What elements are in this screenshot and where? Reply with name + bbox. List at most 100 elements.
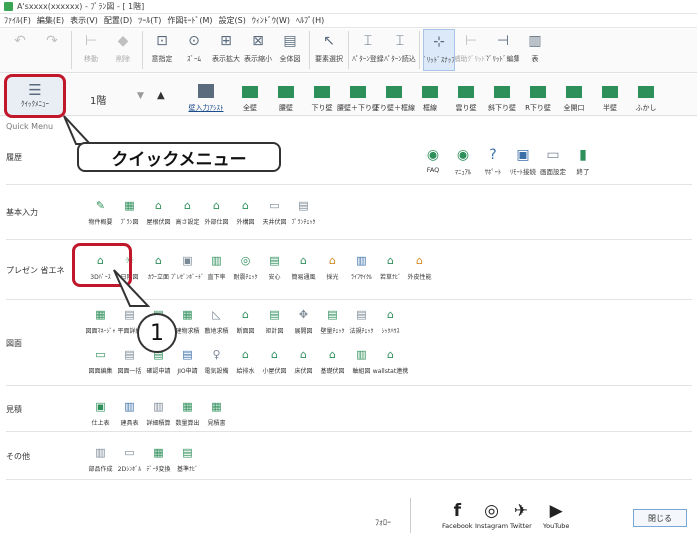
quick-menu-item[interactable]: ⌂ 簡易通風 bbox=[289, 252, 318, 281]
wall-button[interactable]: R下り壁 bbox=[520, 76, 556, 116]
toolbar-button[interactable]: ⊠ 表示縮小 bbox=[242, 29, 274, 71]
toolbar-button[interactable]: ⌶ ﾊﾟﾀｰﾝ登録 bbox=[352, 29, 384, 71]
wall-button[interactable]: 壁入力ｱｼｽﾄ bbox=[180, 76, 232, 116]
quick-menu-item[interactable]: ⌂ wallstat連携 bbox=[373, 346, 408, 375]
menu-item[interactable]: 配置(D) bbox=[104, 15, 132, 26]
quick-menu-item[interactable]: ⌂ 断面図 bbox=[231, 306, 260, 335]
quick-menu-item[interactable]: ? ｻﾎﾟｰﾄ bbox=[478, 146, 508, 177]
quick-menu-item[interactable]: ▮ 終了 bbox=[568, 146, 598, 177]
wall-button[interactable]: 雲り壁 bbox=[448, 76, 484, 116]
quick-menu-item[interactable]: ◎ 耐震ﾁｪｯｸ bbox=[231, 252, 260, 281]
wall-button[interactable]: 下り壁 bbox=[304, 76, 340, 116]
wall-button[interactable]: 下り壁＋框線 bbox=[373, 76, 415, 116]
quick-menu-item[interactable]: ⌂ 外構図 bbox=[231, 197, 260, 226]
quick-menu-item[interactable]: ▭ 画面設定 bbox=[538, 146, 568, 177]
toolbar-button[interactable]: ▤ 全体図 bbox=[274, 29, 306, 71]
toolbar-button[interactable]: ⌶ ﾊﾟﾀｰﾝ読込 bbox=[384, 29, 416, 71]
quick-menu-item[interactable]: ◺ 敷地求積 bbox=[202, 306, 231, 335]
wall-button[interactable]: 腰壁＋下り壁 bbox=[337, 76, 379, 116]
toolbar-button[interactable]: ⊙ ｽﾞｰﾑ bbox=[178, 29, 210, 71]
quick-menu-item[interactable]: ▣ ﾘﾓｰﾄ接続 bbox=[508, 146, 538, 177]
quick-menu-item[interactable]: ▦ ﾃﾞｰﾀ変換 bbox=[144, 444, 173, 473]
wall-button[interactable]: 腰壁 bbox=[268, 76, 304, 116]
quick-menu-item[interactable]: ▭ 図面編集 bbox=[86, 346, 115, 375]
quick-menu-item[interactable]: ⌂ ｼｯｸﾊｳｽ bbox=[376, 306, 405, 335]
quick-menu-item[interactable]: ⌂ 若草ﾅﾋﾞ bbox=[376, 252, 405, 281]
quick-menu-item[interactable]: ⌂ 高さ設定 bbox=[173, 197, 202, 226]
toolbar-button[interactable]: ⊢ 補助ｸﾞﾘｯﾄﾞ bbox=[455, 29, 487, 71]
floor-up-icon[interactable]: ▲ bbox=[157, 90, 165, 101]
toolbar-button[interactable]: ⊣ ｸﾞﾘｯﾄﾞ編集 bbox=[487, 29, 519, 71]
quick-menu-item[interactable]: ⌂ 小屋伏図 bbox=[260, 346, 289, 375]
quick-menu-item[interactable]: ▣ ﾌﾟﾚｾﾞﾝﾎﾞｰﾄﾞ bbox=[171, 252, 204, 281]
quick-menu-item[interactable]: ▤ 安心 bbox=[260, 252, 289, 281]
menu-item[interactable]: 作図ﾓｰﾄﾞ(M) bbox=[167, 15, 212, 26]
quick-menu-item[interactable]: ▤ 基準ﾅﾋﾞ bbox=[173, 444, 202, 473]
quick-menu-item[interactable]: ✥ 展開図 bbox=[289, 306, 318, 335]
quick-menu-item[interactable]: ▦ ﾌﾟﾗﾝ図 bbox=[115, 197, 144, 226]
quick-menu-item[interactable]: ▥ 軸組図 bbox=[347, 346, 376, 375]
menu-item[interactable]: ﾌｧｲﾙ(F) bbox=[4, 15, 31, 26]
menu-item[interactable]: 設定(S) bbox=[219, 15, 246, 26]
quick-menu-item[interactable]: ✎ 物件概要 bbox=[86, 197, 115, 226]
menu-item[interactable]: ﾍﾙﾌﾟ(H) bbox=[296, 15, 324, 26]
menu-item[interactable]: ﾂｰﾙ(T) bbox=[138, 15, 161, 26]
social-link[interactable]: ✈ Twitter bbox=[510, 500, 532, 530]
toolbar-button[interactable]: ⊢ 移動 bbox=[75, 29, 107, 71]
quick-menu-item[interactable]: ⌂ 基礎伏図 bbox=[318, 346, 347, 375]
quick-menu-item[interactable]: ⌂ 外皮性能 bbox=[405, 252, 434, 281]
wall-icon bbox=[350, 86, 366, 98]
quick-menu-item[interactable]: ▭ 2Dｼﾝﾎﾞﾙ bbox=[115, 444, 144, 473]
quick-menu-item[interactable]: ▤ ﾌﾟﾗﾝﾁｪｯｸ bbox=[289, 197, 318, 226]
quick-menu-item[interactable]: ▥ 詳細積算 bbox=[144, 398, 173, 427]
close-button[interactable]: 閉じる bbox=[633, 509, 687, 527]
quick-menu-item[interactable]: ◉ FAQ bbox=[418, 146, 448, 176]
quick-menu-item[interactable]: ▦ 数量算出 bbox=[173, 398, 202, 427]
quick-menu-item[interactable]: ◉ ﾏﾆｭｱﾙ bbox=[448, 146, 478, 177]
quick-menu-item[interactable]: ▤ 壁量ﾁｪｯｸ bbox=[318, 306, 347, 335]
quick-menu-item[interactable]: ▥ ﾗｲﾌｻｲｸﾙ bbox=[347, 252, 376, 281]
wall-button[interactable]: 框線 bbox=[412, 76, 448, 116]
quick-menu-item[interactable]: ⌂ 3Dﾊﾟｰｽ bbox=[86, 252, 115, 281]
quick-menu-item[interactable]: ▦ 見積書 bbox=[202, 398, 231, 427]
quick-menu-item[interactable]: ⌂ 採光 bbox=[318, 252, 347, 281]
wall-button[interactable]: 斜下り壁 bbox=[484, 76, 520, 116]
quick-menu-item[interactable]: ▤ 矩計図 bbox=[260, 306, 289, 335]
quick-menu-item[interactable]: ▤ JIO申請 bbox=[173, 346, 202, 375]
quick-menu-item[interactable]: ▥ 部品作成 bbox=[86, 444, 115, 473]
social-link[interactable]: ▶ YouTube bbox=[543, 500, 569, 530]
wall-button[interactable]: 全開口 bbox=[556, 76, 592, 116]
floor-selector[interactable]: 1階 bbox=[90, 92, 106, 107]
menu-item[interactable]: 編集(E) bbox=[37, 15, 64, 26]
wall-button[interactable]: ふかし bbox=[628, 76, 664, 116]
social-link[interactable]: f Facebook bbox=[442, 500, 473, 530]
quick-menu-item[interactable]: ⌂ 屋根伏図 bbox=[144, 197, 173, 226]
menu-item[interactable]: ｳｨﾝﾄﾞｳ(W) bbox=[252, 15, 290, 26]
quick-menu-item[interactable]: ⌂ 床伏図 bbox=[289, 346, 318, 375]
quick-menu-item[interactable]: ▤ 法規ﾁｪｯｸ bbox=[347, 306, 376, 335]
quick-menu-item[interactable]: ▥ 直下率 bbox=[202, 252, 231, 281]
quick-menu-item[interactable]: ⌂ 外部仕図 bbox=[202, 197, 231, 226]
quick-menu-item[interactable]: ▥ 建具表 bbox=[115, 398, 144, 427]
wall-button[interactable]: 全壁 bbox=[232, 76, 268, 116]
quick-menu-button[interactable]: ☰ ｸｲｯｸﾒﾆｭｰ bbox=[6, 76, 64, 116]
toolbar-button[interactable]: ◆ 削除 bbox=[107, 29, 139, 71]
wall-button[interactable]: 半壁 bbox=[592, 76, 628, 116]
quick-menu-item[interactable]: ▦ 建物求積 bbox=[173, 306, 202, 335]
quick-menu-item[interactable]: ▭ 天井伏図 bbox=[260, 197, 289, 226]
quick-menu-item[interactable]: ▤ 図面一括 bbox=[115, 346, 144, 375]
toolbar-button[interactable]: ⊡ 意指定 bbox=[146, 29, 178, 71]
quick-menu-item[interactable]: ▦ 図面ﾏﾈｰｼﾞｬ bbox=[86, 306, 116, 335]
toolbar-button[interactable]: ▥ 表 bbox=[519, 29, 551, 71]
social-link[interactable]: ◎ Instagram bbox=[475, 500, 508, 530]
toolbar-button[interactable]: ↖ 要素選択 bbox=[313, 29, 345, 71]
quick-menu-item[interactable]: ▣ 仕上表 bbox=[86, 398, 115, 427]
menu-item[interactable]: 表示(V) bbox=[70, 15, 98, 26]
toolbar-button[interactable]: ↶ bbox=[4, 29, 36, 71]
chevron-down-icon[interactable]: ▼ bbox=[137, 91, 144, 101]
quick-menu-item[interactable]: ♀ 電気設備 bbox=[202, 346, 231, 375]
toolbar-button[interactable]: ⊹ ｸﾞﾘｯﾄﾞｽﾅｯﾌﾟ bbox=[423, 29, 455, 71]
quick-menu-item[interactable]: ⌂ 給排水 bbox=[231, 346, 260, 375]
toolbar-button[interactable]: ↷ bbox=[36, 29, 68, 71]
toolbar-button[interactable]: ⊞ 表示拡大 bbox=[210, 29, 242, 71]
